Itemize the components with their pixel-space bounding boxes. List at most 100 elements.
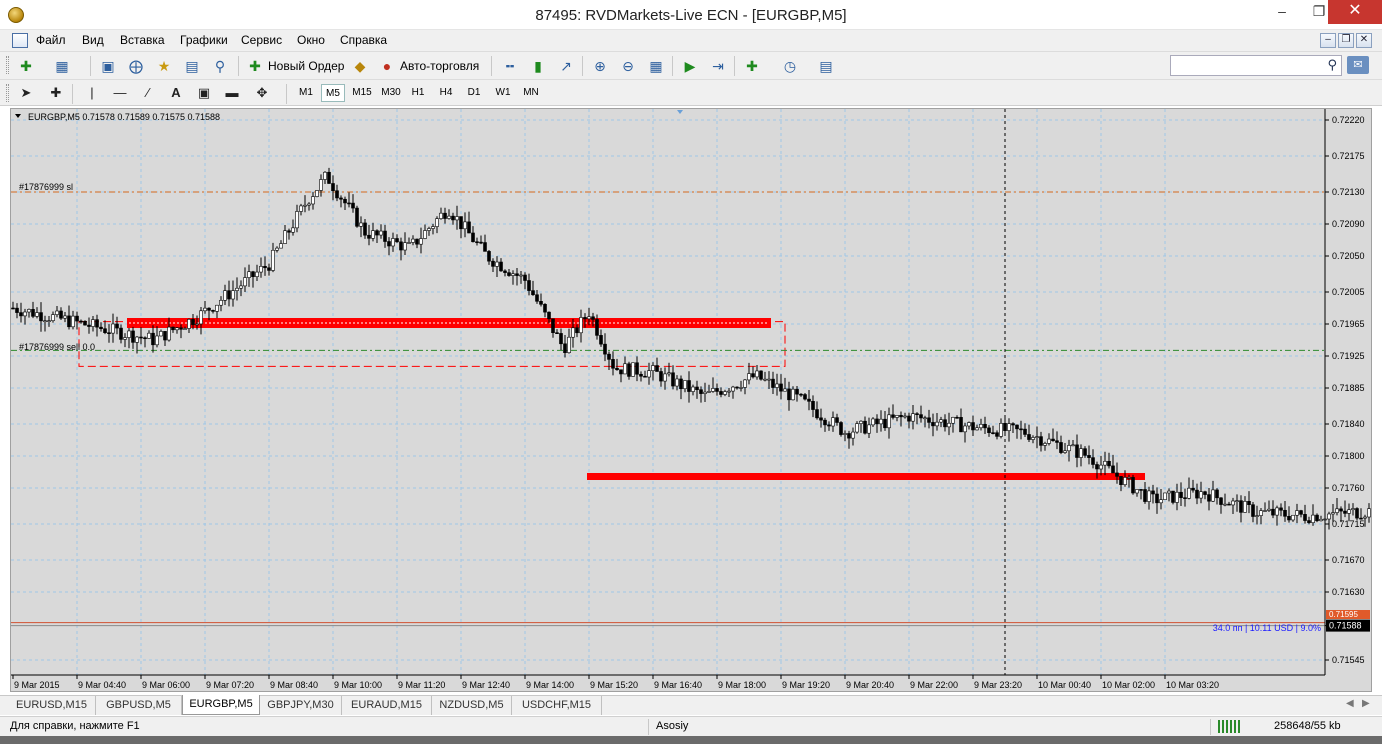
minimize-button[interactable]: – — [1262, 0, 1302, 24]
vertical-line-icon[interactable]: | — [82, 84, 102, 102]
terminal-icon[interactable]: ▤ — [182, 56, 202, 76]
navigator-icon[interactable]: ★ — [154, 56, 174, 76]
tab-eurgbp-m5[interactable]: EURGBP,M5 — [182, 695, 260, 715]
zoom-out-icon[interactable]: ⊖ — [618, 56, 638, 76]
timeframe-h4[interactable]: H4 — [434, 84, 458, 102]
candle-body — [947, 422, 951, 428]
close-button[interactable]: ✕ — [1328, 0, 1382, 24]
text-label-icon[interactable]: ▣ — [194, 84, 214, 102]
tab-euraud-m15[interactable]: EURAUD,M15 — [342, 696, 432, 715]
timeframe-d1[interactable]: D1 — [462, 84, 486, 102]
candle-body — [183, 328, 187, 330]
time-tick-label: 9 Mar 16:40 — [654, 680, 702, 690]
mdi-close-button[interactable]: ✕ — [1356, 33, 1372, 48]
tile-windows-icon[interactable]: ▦ — [646, 56, 666, 76]
tab-eurusd-m15[interactable]: EURUSD,M15 — [8, 696, 96, 715]
menu-window[interactable]: Окно — [297, 33, 325, 47]
candle-body — [639, 373, 643, 377]
tabs-scroll-left-icon[interactable]: ◀ — [1346, 698, 1354, 709]
candle-body — [375, 230, 379, 236]
timeframe-m5[interactable]: M5 — [321, 84, 345, 102]
timeframe-h1[interactable]: H1 — [406, 84, 430, 102]
price-chart[interactable]: 0.72220 0.72175 0.72130 0.72090 0.72050 0.720… — [10, 108, 1372, 692]
shapes-dropdown-icon[interactable]: ✥ — [252, 84, 272, 102]
candle-body — [467, 221, 471, 234]
indicators-icon[interactable]: ✚ — [742, 56, 762, 76]
candle-body — [887, 414, 891, 429]
candle-body — [347, 202, 351, 205]
menu-file[interactable]: Файл — [36, 33, 66, 47]
new-order-button[interactable]: ✚ Новый Ордер — [246, 57, 344, 75]
candle-body — [171, 326, 175, 331]
candle-body — [1331, 512, 1335, 515]
templates-icon[interactable]: ▤ — [816, 56, 836, 76]
timeframe-m15[interactable]: M15 — [348, 84, 376, 102]
autotrading-button[interactable]: ● Авто-торговля — [378, 57, 479, 75]
candles — [11, 167, 1371, 530]
zoom-in-icon[interactable]: ⊕ — [590, 56, 610, 76]
candle-body — [647, 370, 651, 378]
tab-gbpjpy-m30[interactable]: GBPJPY,M30 — [260, 696, 342, 715]
mdi-minimize-button[interactable]: – — [1320, 33, 1336, 48]
candle-body — [75, 315, 79, 322]
chart-window-icon[interactable] — [12, 33, 28, 48]
candle-body — [499, 261, 503, 272]
search-icon[interactable]: ⚲ — [1327, 57, 1337, 73]
rectangle-icon[interactable]: ▬ — [222, 84, 242, 102]
cursor-icon[interactable]: ➤ — [16, 84, 36, 102]
chart-shift-icon[interactable]: ⇥ — [708, 56, 728, 76]
search-input[interactable]: ⚲ — [1170, 55, 1342, 76]
chart-canvas[interactable]: 0.72220 0.72175 0.72130 0.72090 0.72050 0.720… — [11, 109, 1371, 691]
timeframe-w1[interactable]: W1 — [490, 84, 516, 102]
tab-usdchf-m15[interactable]: USDCHF,M15 — [512, 696, 602, 715]
menu-insert[interactable]: Вставка — [120, 33, 165, 47]
candle-body — [767, 378, 771, 381]
data-window-icon[interactable]: ⨁ — [126, 56, 146, 76]
chart-shift-marker[interactable] — [677, 110, 683, 114]
support-zone-bar[interactable] — [587, 473, 1145, 480]
candle-body — [331, 183, 335, 192]
mdi-restore-button[interactable]: ❐ — [1338, 33, 1354, 48]
timeframe-m30[interactable]: M30 — [377, 84, 405, 102]
strategy-tester-icon[interactable]: ⚲ — [210, 56, 230, 76]
candle-body — [363, 222, 367, 236]
messages-icon[interactable]: ✉ — [1347, 56, 1369, 74]
candle-body — [823, 419, 827, 426]
candle-body — [335, 190, 339, 199]
auto-scroll-icon[interactable]: ▶ — [680, 56, 700, 76]
candle-body — [231, 290, 235, 300]
toolbar-grip[interactable] — [6, 56, 9, 74]
metaeditor-icon[interactable]: ◆ — [350, 56, 370, 76]
bar-chart-icon[interactable]: ╍ — [500, 56, 520, 76]
candle-body — [323, 171, 327, 180]
horizontal-line-icon[interactable]: — — [110, 84, 130, 102]
timeframe-m1[interactable]: M1 — [294, 84, 318, 102]
profiles-icon[interactable]: ▦ — [52, 56, 72, 76]
candle-body — [463, 221, 467, 230]
crosshair-icon[interactable]: ✚ — [46, 84, 66, 102]
menu-help[interactable]: Справка — [340, 33, 387, 47]
tab-gbpusd-m5[interactable]: GBPUSD,M5 — [96, 696, 182, 715]
candle-body — [1303, 514, 1307, 521]
menu-view[interactable]: Вид — [82, 33, 104, 47]
candle-body — [1031, 437, 1035, 440]
timeframe-mn[interactable]: MN — [518, 84, 544, 102]
candle-body — [1103, 460, 1107, 466]
tabs-scroll-right-icon[interactable]: ▶ — [1362, 698, 1370, 709]
toolbar-grip[interactable] — [6, 84, 9, 102]
tab-nzdusd-m5[interactable]: NZDUSD,M5 — [432, 696, 512, 715]
candle-body — [691, 386, 695, 392]
periods-icon[interactable]: ◷ — [780, 56, 800, 76]
candlestick-icon[interactable]: ▮ — [528, 56, 548, 76]
menu-charts[interactable]: Графики — [180, 33, 228, 47]
time-tick-label: 9 Mar 20:40 — [846, 680, 894, 690]
text-tool-icon[interactable]: A — [166, 84, 186, 102]
candle-body — [319, 179, 323, 191]
new-chart-icon[interactable]: ✚ — [16, 56, 36, 76]
market-watch-icon[interactable]: ▣ — [98, 56, 118, 76]
symbol-dropdown-icon[interactable] — [15, 114, 21, 118]
line-chart-icon[interactable]: ↗ — [556, 56, 576, 76]
menu-tools[interactable]: Сервис — [241, 33, 282, 47]
order-lines[interactable] — [11, 191, 1325, 627]
trendline-icon[interactable]: ∕ — [138, 84, 158, 102]
